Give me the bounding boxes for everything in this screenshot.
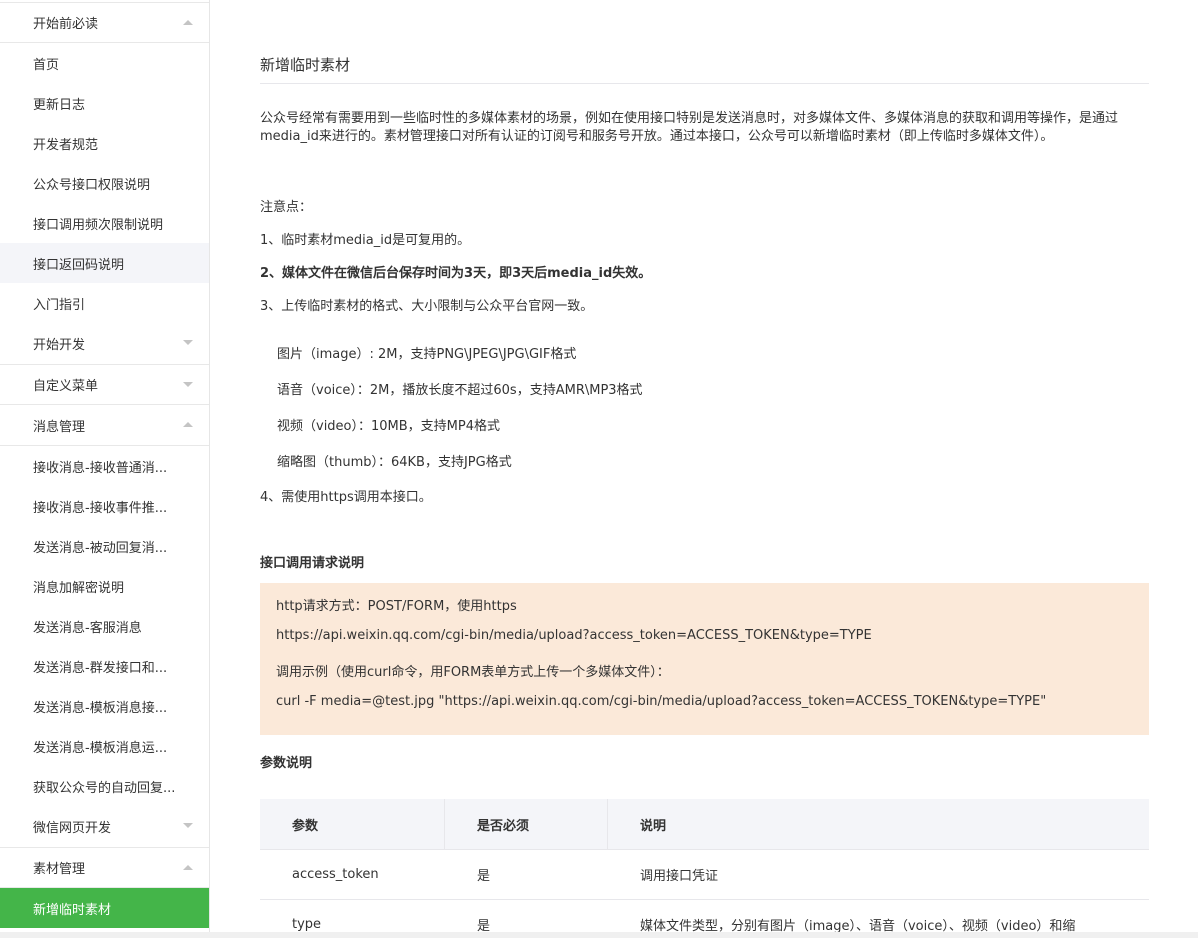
sidebar-item-label: 开始前必读 <box>33 17 99 32</box>
params-section-title: 参数说明 <box>260 756 313 771</box>
code-line-example-desc: 调用示例（使用curl命令，用FORM表单方式上传一个多媒体文件）： <box>276 665 670 680</box>
note-3: 3、上传临时素材的格式、大小限制与公众平台官网一致。 <box>260 299 594 314</box>
sidebar-item-label: 发送消息-模板消息运... <box>33 740 168 756</box>
sidebar-item-label: 自定义菜单 <box>33 379 99 394</box>
sidebar-item-auto-reply[interactable]: 获取公众号的自动回复... <box>0 766 209 806</box>
horizontal-scrollbar[interactable] <box>0 932 1198 938</box>
format-thumb: 缩略图（thumb）：64KB，支持JPG格式 <box>277 455 512 470</box>
sidebar-item-label: 首页 <box>33 57 60 73</box>
format-voice: 语音（voice）：2M，播放长度不超过60s，支持AMR\MP3格式 <box>277 383 643 398</box>
note-1: 1、临时素材media_id是可复用的。 <box>260 233 471 248</box>
table-row: type 是 媒体文件类型，分别有图片（image）、语音（voice）、视频（… <box>260 900 1149 932</box>
table-header-required: 是否必须 <box>477 818 530 834</box>
sidebar-item-label: 公众号接口权限说明 <box>33 177 151 193</box>
sidebar-item-home[interactable]: 首页 <box>0 43 209 83</box>
sidebar-item-dev-guidelines[interactable]: 开发者规范 <box>0 123 209 163</box>
sidebar-item-label: 消息管理 <box>33 419 86 435</box>
sidebar-item-label: 微信网页开发 <box>33 820 112 836</box>
code-line-curl: curl -F media=@test.jpg "https://api.wei… <box>276 694 1047 709</box>
sidebar-item-template-msg-ops[interactable]: 发送消息-模板消息运... <box>0 726 209 766</box>
chevron-down-icon <box>183 823 193 828</box>
sidebar-item-label: 发送消息-群发接口和... <box>33 660 168 676</box>
table-header-param: 参数 <box>292 818 319 834</box>
table-cell-param: access_token <box>292 867 379 882</box>
sidebar-item-label: 接收消息-接收普通消... <box>33 460 168 476</box>
sidebar-item-start-developing[interactable]: 开始开发 <box>0 323 209 363</box>
table-cell-required: 是 <box>477 919 491 932</box>
code-line-method: http请求方式：POST/FORM，使用https <box>276 599 517 614</box>
sidebar-item-new-temp-material[interactable]: 新增临时素材 <box>0 888 209 928</box>
code-line-url: https://api.weixin.qq.com/cgi-bin/media/… <box>276 628 872 643</box>
intro-paragraph: 公众号经常有需要用到一些临时性的多媒体素材的场景，例如在使用接口特别是发送消息时… <box>260 111 1119 144</box>
sidebar-group-message-mgmt[interactable]: 消息管理 <box>0 405 209 446</box>
sidebar-item-label: 接口返回码说明 <box>33 257 125 273</box>
sidebar-item-label: 发送消息-模板消息接... <box>33 700 168 716</box>
sidebar-item-label: 开发者规范 <box>33 137 99 153</box>
params-table: 参数 是否必须 说明 access_token 是 调用接口凭证 type 是 … <box>260 799 1149 932</box>
sidebar-item-web-dev[interactable]: 微信网页开发 <box>0 806 209 846</box>
sidebar-item-label: 新增临时素材 <box>33 902 112 918</box>
table-header-desc: 说明 <box>640 818 667 834</box>
sidebar-group-material-mgmt[interactable]: 素材管理 <box>0 847 209 888</box>
sidebar-item-label: 接收消息-接收事件推... <box>33 500 168 516</box>
sidebar-item-receive-normal-msg[interactable]: 接收消息-接收普通消... <box>0 446 209 486</box>
column-divider <box>607 799 608 849</box>
sidebar-item-label: 发送消息-客服消息 <box>33 620 142 636</box>
page-title: 新增临时素材 <box>260 56 351 74</box>
note-2: 2、媒体文件在微信后台保存时间为3天，即3天后media_id失效。 <box>260 266 652 281</box>
sidebar-item-template-msg-api[interactable]: 发送消息-模板消息接... <box>0 686 209 726</box>
sidebar-item-label: 更新日志 <box>33 97 86 113</box>
chevron-down-icon <box>183 382 193 387</box>
chevron-up-icon <box>183 20 193 25</box>
sidebar-item-label: 接口调用频次限制说明 <box>33 217 164 233</box>
chevron-up-icon <box>183 865 193 870</box>
sidebar-item-receive-event-push[interactable]: 接收消息-接收事件推... <box>0 486 209 526</box>
sidebar-item-encryption[interactable]: 消息加解密说明 <box>0 566 209 606</box>
note-4: 4、需使用https调用本接口。 <box>260 490 432 505</box>
sidebar-item-label: 开始开发 <box>33 337 86 353</box>
chevron-down-icon <box>183 340 193 345</box>
sidebar-nav: 开始前必读 首页 更新日志 开发者规范 公众号接口权限说明 接口调用频次限制说明… <box>0 0 210 932</box>
sidebar-item-label: 获取公众号的自动回复... <box>33 780 176 796</box>
sidebar-item-passive-reply[interactable]: 发送消息-被动回复消... <box>0 526 209 566</box>
sidebar-item-rate-limits[interactable]: 接口调用频次限制说明 <box>0 203 209 243</box>
table-cell-param: type <box>292 917 322 932</box>
sidebar-item-label: 素材管理 <box>33 862 86 877</box>
sidebar-item-return-codes[interactable]: 接口返回码说明 <box>0 243 209 283</box>
sidebar-item-label: 发送消息-被动回复消... <box>33 540 168 556</box>
table-row: access_token 是 调用接口凭证 <box>260 850 1149 900</box>
sidebar-item-getting-started[interactable]: 入门指引 <box>0 283 209 323</box>
sidebar-item-label: 入门指引 <box>33 297 86 313</box>
table-cell-required: 是 <box>477 869 491 884</box>
sidebar-item-api-permissions[interactable]: 公众号接口权限说明 <box>0 163 209 203</box>
sidebar-group-start[interactable]: 开始前必读 <box>0 2 209 43</box>
table-cell-desc: 媒体文件类型，分别有图片（image）、语音（voice）、视频（video）和… <box>640 919 1076 932</box>
format-video: 视频（video）：10MB，支持MP4格式 <box>277 419 501 434</box>
title-divider <box>260 83 1149 84</box>
column-divider <box>444 799 445 849</box>
table-cell-desc: 调用接口凭证 <box>640 869 719 884</box>
request-section-title: 接口调用请求说明 <box>260 556 365 571</box>
notes-title: 注意点： <box>260 200 313 215</box>
sidebar-group-custom-menu[interactable]: 自定义菜单 <box>0 364 209 405</box>
chevron-up-icon <box>183 422 193 427</box>
sidebar-item-mass-send[interactable]: 发送消息-群发接口和... <box>0 646 209 686</box>
sidebar-item-changelog[interactable]: 更新日志 <box>0 83 209 123</box>
sidebar-item-customer-service-msg[interactable]: 发送消息-客服消息 <box>0 606 209 646</box>
format-image: 图片（image）: 2M，支持PNG\JPEG\JPG\GIF格式 <box>277 347 577 362</box>
table-header: 参数 是否必须 说明 <box>260 799 1149 850</box>
sidebar-item-label: 消息加解密说明 <box>33 580 125 596</box>
main-content: 新增临时素材 公众号经常有需要用到一些临时性的多媒体素材的场景，例如在使用接口特… <box>210 0 1198 932</box>
